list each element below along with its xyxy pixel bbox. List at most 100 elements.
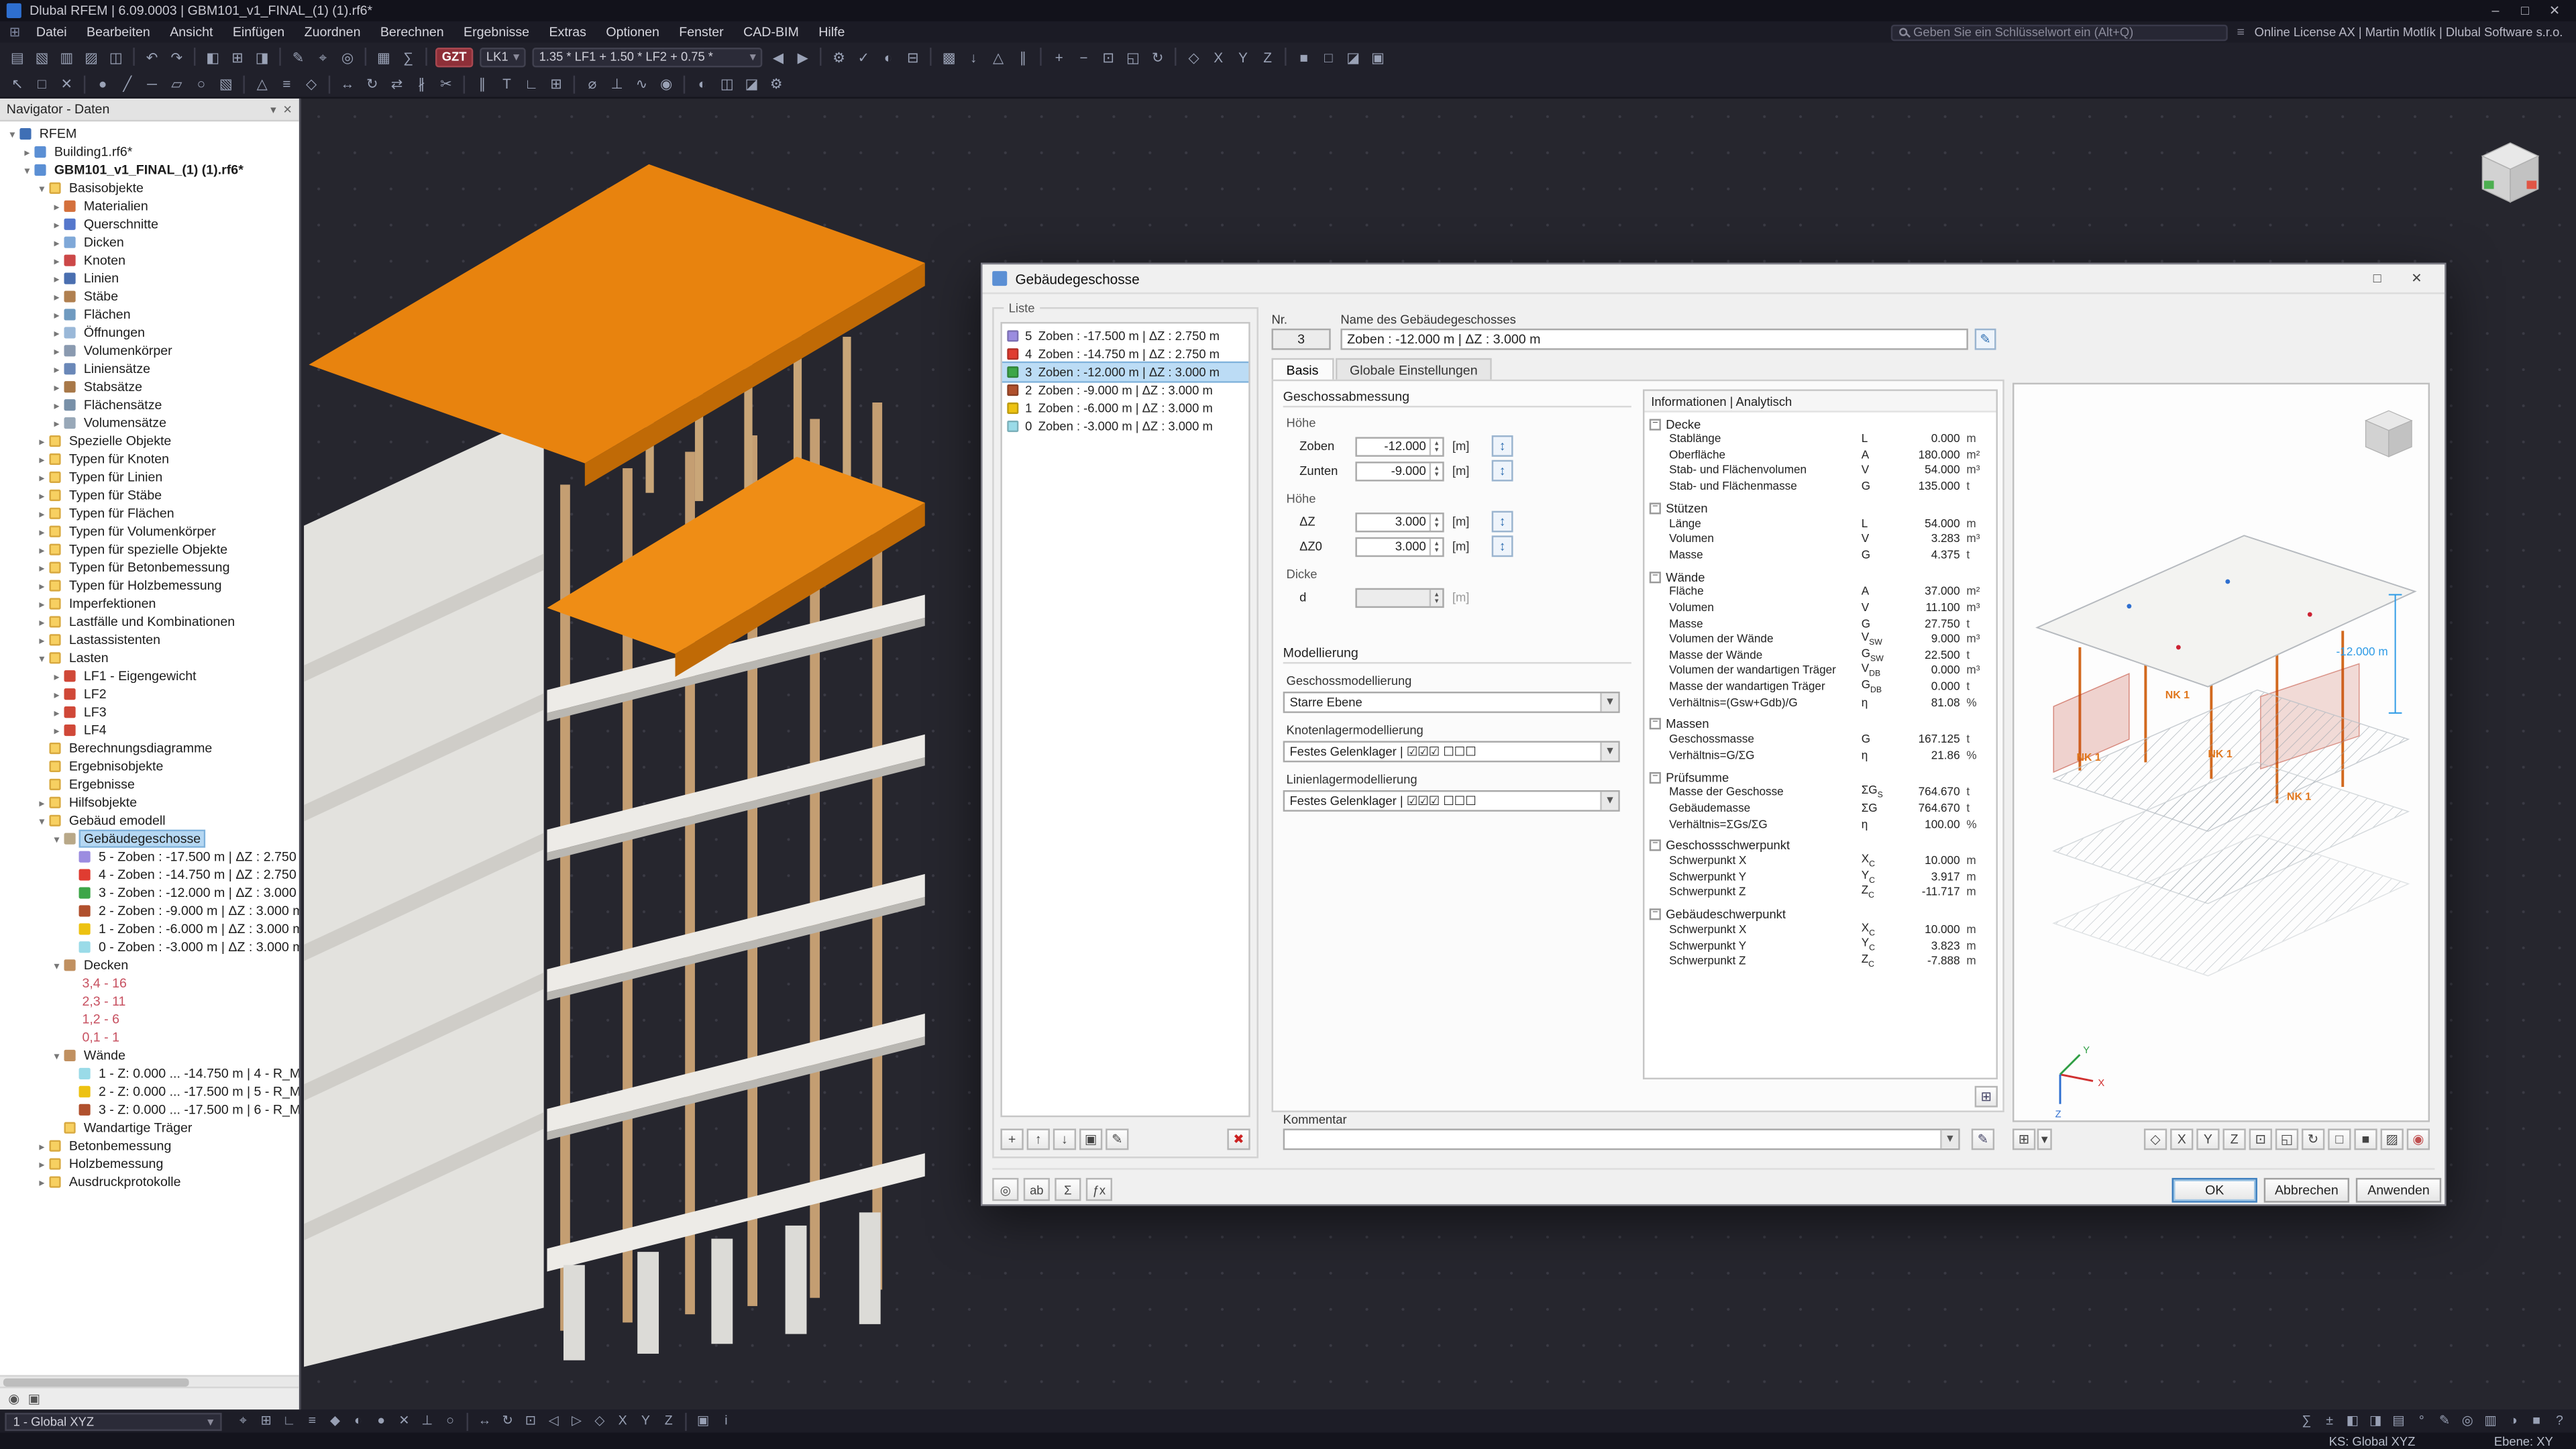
chevron-down-icon[interactable]: ▾ — [2037, 1128, 2052, 1150]
new-story-icon[interactable]: + — [1000, 1128, 1023, 1150]
loads-display-icon[interactable]: ↓ — [961, 45, 986, 68]
tree-item[interactable]: Ergebnisobjekte — [0, 757, 299, 775]
info-group-header[interactable]: −Decke — [1648, 416, 1992, 432]
cancel-button[interactable]: Abbrechen — [2264, 1178, 2349, 1203]
edit-name-button[interactable]: ✎ — [1975, 329, 1996, 350]
color-scale-icon[interactable]: ▤ — [2387, 1411, 2410, 1431]
tree-item[interactable]: ▸Dicken — [0, 233, 299, 252]
apply-zoben-button[interactable]: ↕ — [1492, 435, 1513, 457]
tree-item[interactable]: 1 - Z: 0.000 ... -14.750 m | 4 - R_M1 30… — [0, 1065, 299, 1083]
tree-item[interactable]: ▸Stabsätze — [0, 378, 299, 396]
preview-print-icon[interactable]: ▨ — [2381, 1128, 2404, 1150]
check-model-icon[interactable]: ✓ — [851, 45, 876, 68]
isometric-view-status-icon[interactable]: ◇ — [588, 1411, 611, 1431]
background-settings-icon[interactable]: ▣ — [1365, 45, 1390, 68]
preview-projection-button[interactable]: ⊞ — [2012, 1128, 2035, 1150]
geschossmodellierung-select[interactable]: Starre Ebene ▼ — [1283, 692, 1620, 713]
tree-item[interactable]: 2 - Zoben : -9.000 m | ΔZ : 3.000 m — [0, 902, 299, 920]
tree-item[interactable]: 3 - Zoben : -12.000 m | ΔZ : 3.000 m — [0, 884, 299, 902]
render-solid-icon[interactable]: ■ — [1291, 45, 1316, 68]
dialog-titlebar[interactable]: Gebäudegeschosse □ ✕ — [982, 264, 2445, 294]
coordinate-system-combo[interactable]: 1 - Global XYZ ▾ — [5, 1412, 221, 1430]
preview-rotate-icon[interactable]: ↻ — [2302, 1128, 2324, 1150]
show-results-icon[interactable]: ◐ — [876, 45, 901, 68]
collapse-icon[interactable]: − — [1650, 840, 1661, 851]
info-group-header[interactable]: −Geschossschwerpunkt — [1648, 838, 1992, 854]
measure-icon[interactable]: ⌀ — [580, 72, 604, 95]
story-list-item[interactable]: 2Zoben : -9.000 m | ΔZ : 3.000 m — [1002, 381, 1248, 399]
load-combination-combo[interactable]: LK1 ▾ — [480, 47, 526, 66]
story-preview[interactable]: X Y Z -12.000 m NK 1NK 1NK 1NK 1 — [2012, 383, 2430, 1122]
story-list-item[interactable]: 3Zoben : -12.000 m | ΔZ : 3.000 m — [1002, 363, 1248, 381]
display-options-icon[interactable]: ab — [1024, 1178, 1050, 1201]
tab-globale-einstellungen[interactable]: Globale Einstellungen — [1335, 358, 1493, 381]
tree-item[interactable]: ▸Volumenkörper — [0, 341, 299, 360]
snap-settings-icon[interactable]: ◎ — [335, 45, 360, 68]
zoom-window-icon[interactable]: ⊡ — [1096, 45, 1121, 68]
move-copy-icon[interactable]: ↔ — [335, 72, 360, 95]
ortho-toggle-icon[interactable]: ∟ — [278, 1411, 301, 1431]
camera-icon[interactable]: ▣ — [28, 1391, 41, 1406]
app-menu-icon[interactable]: ⊞ — [3, 25, 26, 40]
new-node-icon[interactable]: ● — [91, 72, 115, 95]
tree-item[interactable]: 1,2 - 6 — [0, 1010, 299, 1028]
redo-icon[interactable]: ↷ — [164, 45, 189, 68]
fit-view-icon[interactable]: ◱ — [1121, 45, 1146, 68]
find-object-icon[interactable]: ◎ — [2456, 1411, 2479, 1431]
tree-item[interactable]: ▸Öffnungen — [0, 323, 299, 341]
view-in-z-icon[interactable]: Z — [657, 1411, 680, 1431]
display-navigator-icon[interactable]: ◧ — [2341, 1411, 2364, 1431]
view-in-x-icon[interactable]: X — [611, 1411, 634, 1431]
tree-item[interactable]: ▾Lasten — [0, 649, 299, 667]
tree-item[interactable]: ▸Typen für spezielle Objekte — [0, 541, 299, 559]
minimize-button[interactable]: – — [2481, 0, 2510, 21]
progress-icon[interactable]: ◑ — [2502, 1411, 2525, 1431]
menu-berechnen[interactable]: Berechnen — [370, 21, 453, 43]
collapse-icon[interactable]: − — [1650, 771, 1661, 783]
titlebar[interactable]: Dlubal RFEM | 6.09.0003 | GBM101_v1_FINA… — [0, 0, 2576, 21]
deselect-all-icon[interactable]: ✕ — [54, 72, 79, 95]
print-preview-icon[interactable]: ◫ — [103, 45, 128, 68]
tree-item[interactable]: ▸Holzbemessung — [0, 1155, 299, 1173]
select-pointer-icon[interactable]: ↖ — [5, 72, 30, 95]
info-group-header[interactable]: −Prüfsumme — [1648, 769, 1992, 785]
rotate-view-icon[interactable]: ↻ — [1145, 45, 1170, 68]
selection-info-icon[interactable]: i — [714, 1411, 737, 1431]
previous-load-case-icon[interactable]: ◀ — [766, 45, 791, 68]
trim-objects-icon[interactable]: ✂ — [434, 72, 459, 95]
full-model-view-icon[interactable]: ▣ — [692, 1411, 714, 1431]
tree-item[interactable]: ▾Decken — [0, 956, 299, 974]
render-wireframe-icon[interactable]: □ — [1316, 45, 1341, 68]
tree-item[interactable]: 1 - Zoben : -6.000 m | ΔZ : 3.000 m — [0, 920, 299, 938]
perpendicular-snap-icon[interactable]: ⊥ — [416, 1411, 439, 1431]
tree-item[interactable]: ▾Wände — [0, 1046, 299, 1065]
tree-item[interactable]: ▸Betonbemessung — [0, 1137, 299, 1155]
tree-item[interactable]: ▸Linien — [0, 270, 299, 288]
tree-item[interactable]: 3,4 - 16 — [0, 974, 299, 992]
save-model-icon[interactable]: ▥ — [54, 45, 79, 68]
linienlager-select[interactable]: Festes Gelenklager | ☑☑☑ ☐☐☐ ▼ — [1283, 790, 1620, 812]
views-navigator-icon[interactable]: ◨ — [2364, 1411, 2387, 1431]
search-input[interactable]: Geben Sie ein Schlüsselwort ein (Alt+Q) — [1890, 24, 2227, 40]
max-min-values-icon[interactable]: ± — [2318, 1411, 2341, 1431]
tree-item[interactable]: ▸Lastassistenten — [0, 631, 299, 649]
tree-item[interactable]: Wandartige Träger — [0, 1119, 299, 1137]
tree-item[interactable]: ▸Building1.rf6* — [0, 143, 299, 161]
open-model-icon[interactable]: ▧ — [30, 45, 54, 68]
new-line-support-icon[interactable]: ≡ — [274, 72, 299, 95]
info-group-header[interactable]: −Gebäudeschwerpunkt — [1648, 906, 1992, 922]
zoben-input[interactable]: -12.000 ▴▾ — [1355, 436, 1444, 455]
dz0-input[interactable]: 3.000 ▴▾ — [1355, 537, 1444, 556]
load-cases-icon[interactable]: ▦ — [371, 45, 396, 68]
new-member-icon[interactable]: ─ — [140, 72, 164, 95]
menu-bearbeiten[interactable]: Bearbeiten — [76, 21, 160, 43]
tree-item[interactable]: ▸Ausdruckprotokolle — [0, 1173, 299, 1191]
menu-einf-gen[interactable]: Einfügen — [223, 21, 294, 43]
kommentar-options-button[interactable]: ✎ — [1972, 1128, 1994, 1150]
visibility-eye-icon[interactable]: ◉ — [8, 1391, 19, 1406]
maximize-button[interactable]: □ — [2510, 0, 2540, 21]
tree-item[interactable]: ▸Querschnitte — [0, 215, 299, 233]
orbit-view-icon[interactable]: ↻ — [496, 1411, 519, 1431]
menu-datei[interactable]: Datei — [26, 21, 76, 43]
design-situation-combo[interactable]: GZT — [435, 47, 473, 66]
